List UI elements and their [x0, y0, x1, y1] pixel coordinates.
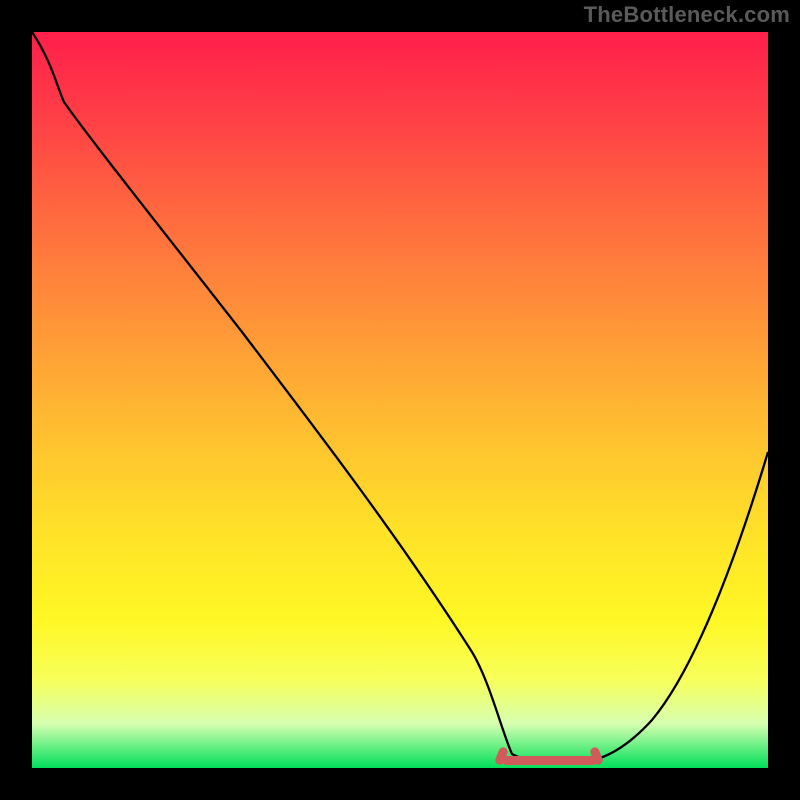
plot-area [32, 32, 768, 768]
bottleneck-curve [32, 32, 768, 768]
curve-path [32, 32, 768, 763]
chart-container: TheBottleneck.com [0, 0, 800, 800]
valley-marker-bar [502, 756, 597, 765]
watermark-text: TheBottleneck.com [584, 2, 790, 28]
